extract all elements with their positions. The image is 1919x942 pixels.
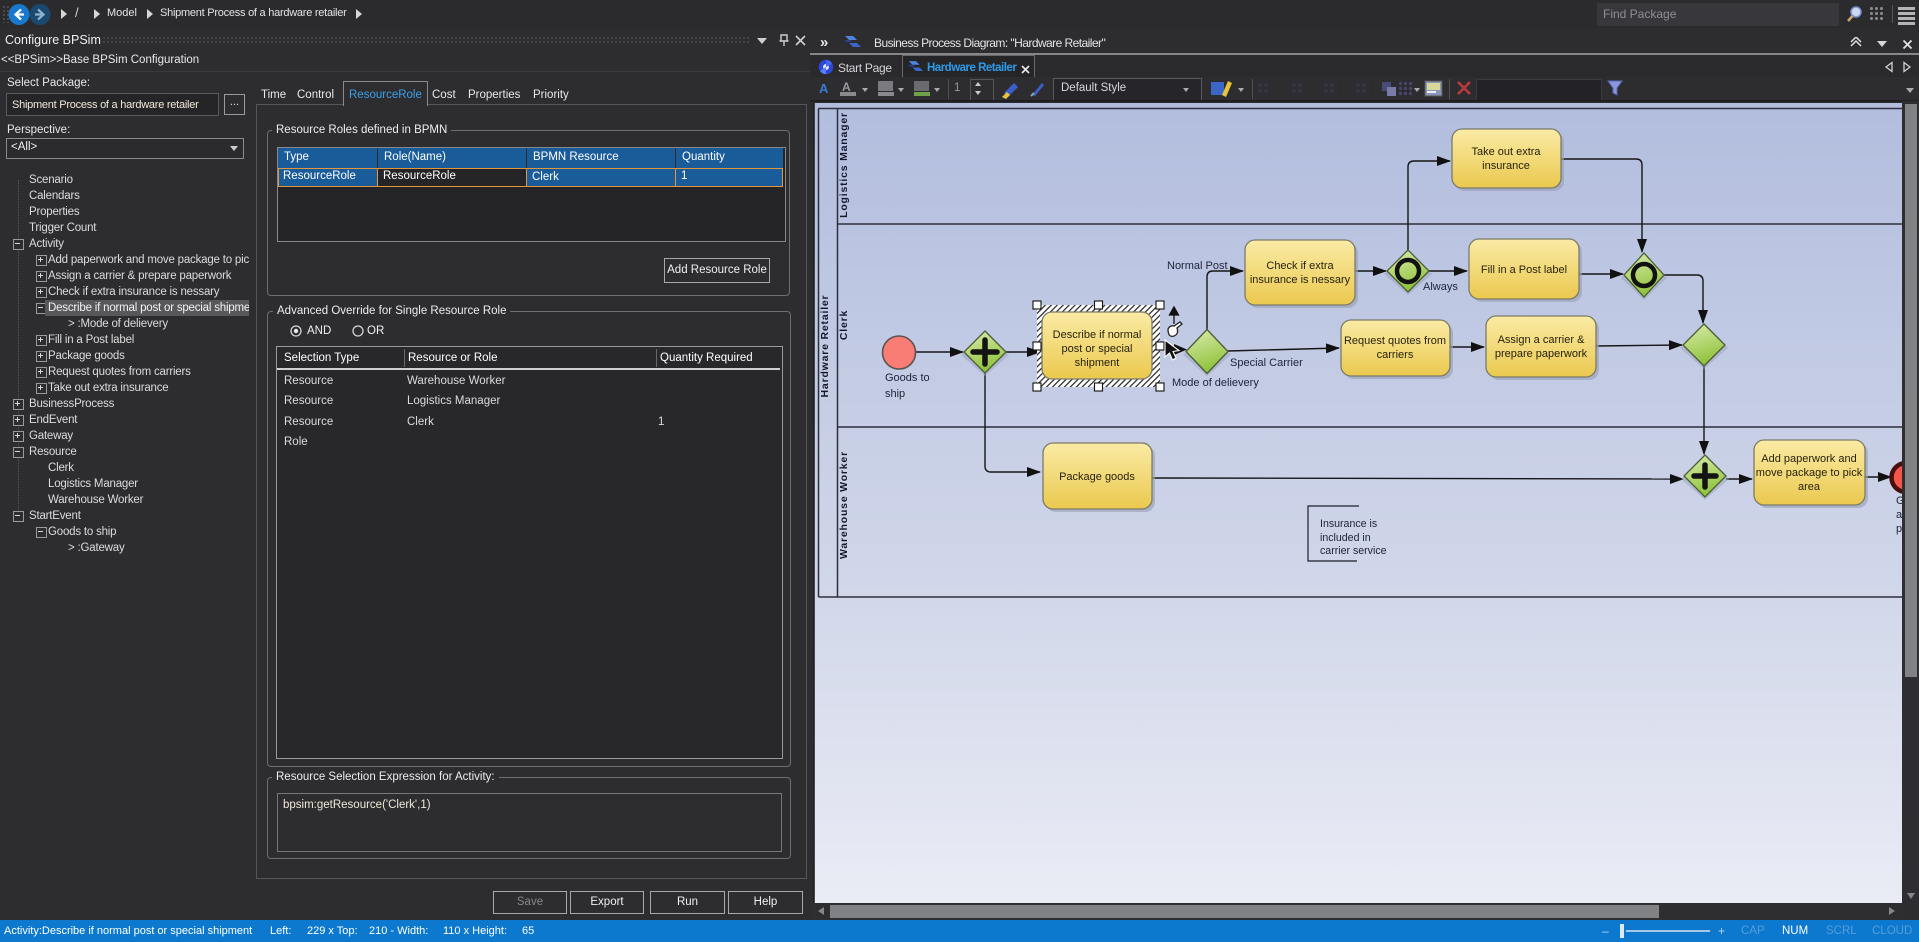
- svg-text:included in: included in: [1320, 532, 1371, 544]
- svg-text:Check if extra: Check if extra: [1266, 260, 1334, 272]
- svg-text:carrier service: carrier service: [1320, 545, 1387, 557]
- svg-text:Mode of delievery: Mode of delievery: [1172, 377, 1259, 389]
- svg-text:Package goods: Package goods: [1059, 471, 1135, 483]
- svg-text:Hardware Retailer: Hardware Retailer: [819, 295, 831, 398]
- svg-text:Special Carrier: Special Carrier: [1230, 357, 1303, 369]
- svg-text:carriers: carriers: [1377, 349, 1414, 361]
- svg-text:insurance: insurance: [1482, 160, 1530, 172]
- svg-text:area: area: [1798, 481, 1821, 493]
- svg-text:prepare paperwork: prepare paperwork: [1495, 348, 1588, 360]
- svg-text:move package to pick: move package to pick: [1756, 467, 1863, 479]
- svg-text:insurance is nessary: insurance is nessary: [1250, 274, 1351, 286]
- svg-text:Warehouse Worker: Warehouse Worker: [838, 451, 850, 559]
- svg-text:Take out extra: Take out extra: [1471, 146, 1541, 158]
- svg-text:Logistics Manager: Logistics Manager: [838, 112, 850, 218]
- svg-text:shipment: shipment: [1075, 357, 1120, 369]
- svg-text:Add paperwork and: Add paperwork and: [1761, 453, 1856, 465]
- svg-text:Insurance is: Insurance is: [1320, 518, 1377, 530]
- svg-text:ship: ship: [885, 388, 905, 400]
- svg-text:Fill in a Post label: Fill in a Post label: [1481, 264, 1567, 276]
- svg-text:Request quotes from: Request quotes from: [1344, 335, 1446, 347]
- svg-text:Normal Post: Normal Post: [1167, 260, 1228, 272]
- svg-text:Clerk: Clerk: [838, 310, 850, 340]
- svg-text:post or special: post or special: [1062, 343, 1133, 355]
- svg-text:Assign a carrier &: Assign a carrier &: [1498, 334, 1585, 346]
- svg-text:Describe if normal: Describe if normal: [1053, 329, 1142, 341]
- svg-text:Always: Always: [1423, 281, 1458, 293]
- svg-text:Goods to: Goods to: [885, 372, 930, 384]
